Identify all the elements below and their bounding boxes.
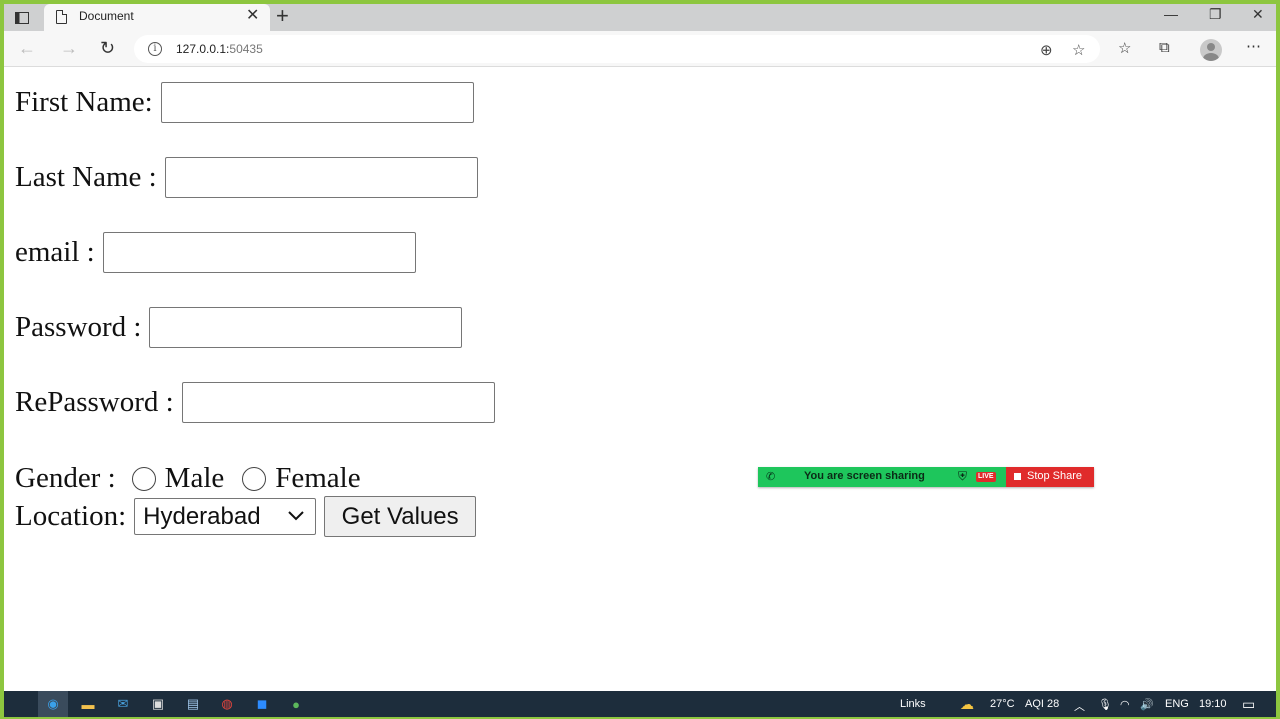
- stop-share-label: Stop Share: [1027, 470, 1083, 482]
- shield-icon: ⛨: [958, 469, 968, 483]
- minimize-icon[interactable]: —: [1164, 6, 1178, 22]
- back-icon[interactable]: ←: [18, 39, 36, 57]
- language-indicator[interactable]: ENG: [1165, 698, 1189, 710]
- live-badge: LIVE: [976, 472, 996, 482]
- location-selected-value: Hyderabad: [143, 502, 261, 530]
- taskbar: ◉ ▬ ✉ ▣ ▤ ◍ ◼ ● Links ☁ 27°C AQI 28 ︿ 🎙 …: [4, 691, 1276, 717]
- chevron-up-icon[interactable]: ︿: [1074, 698, 1085, 714]
- mail-icon[interactable]: ✉: [114, 695, 132, 713]
- notifications-icon[interactable]: ▭: [1242, 696, 1255, 713]
- male-label[interactable]: Male: [165, 462, 225, 495]
- wifi-icon[interactable]: ◠: [1120, 698, 1130, 711]
- new-tab-button[interactable]: +: [276, 5, 289, 27]
- male-radio[interactable]: [131, 466, 156, 491]
- links-toolbar[interactable]: Links: [900, 698, 926, 710]
- chrome-icon[interactable]: ◍: [218, 695, 236, 713]
- profile-avatar[interactable]: [1200, 39, 1222, 61]
- last-name-row: Last Name :: [15, 157, 478, 198]
- password-input[interactable]: [149, 307, 463, 348]
- chevron-down-icon: [287, 506, 305, 527]
- restore-icon[interactable]: ❐: [1209, 6, 1222, 23]
- tab-strip: Document ✕ + — ❐ ✕: [4, 4, 1276, 31]
- repassword-input[interactable]: [181, 382, 495, 423]
- microphone-icon[interactable]: 🎙: [1098, 698, 1112, 711]
- female-radio[interactable]: [242, 466, 267, 491]
- close-tab-icon[interactable]: ✕: [246, 7, 259, 25]
- first-name-input[interactable]: [160, 82, 474, 123]
- last-name-input[interactable]: [164, 157, 478, 198]
- more-menu-icon[interactable]: ⋯: [1246, 37, 1261, 55]
- start-button[interactable]: [8, 697, 22, 711]
- get-values-button[interactable]: Get Values: [324, 496, 477, 537]
- repassword-row: RePassword :: [15, 382, 495, 423]
- close-window-icon[interactable]: ✕: [1252, 6, 1264, 23]
- store-icon[interactable]: ▣: [149, 695, 167, 713]
- browser-window: Document ✕ + — ❐ ✕ ← → ↻ i 127.0.0.1:504…: [4, 4, 1276, 691]
- weather-icon[interactable]: ☁: [960, 696, 974, 713]
- file-explorer-icon[interactable]: ▬: [79, 695, 97, 713]
- stop-icon: [1014, 473, 1021, 480]
- repassword-label: RePassword :: [15, 386, 174, 418]
- browser-toolbar: ← → ↻ i 127.0.0.1:50435 ⊕ ☆ ☆ ⧉ ⋯: [4, 31, 1276, 67]
- tab-actions-icon: [15, 12, 29, 24]
- tab-document[interactable]: Document ✕: [44, 4, 270, 31]
- first-name-label: First Name:: [15, 86, 153, 118]
- password-row: Password :: [15, 307, 463, 348]
- location-label: Location:: [15, 500, 127, 532]
- clock[interactable]: 19:10: [1199, 698, 1227, 710]
- site-info-icon[interactable]: i: [148, 42, 162, 56]
- add-favorite-icon[interactable]: ☆: [1072, 41, 1085, 59]
- volume-icon[interactable]: 🔊: [1140, 698, 1154, 711]
- document-icon: [56, 10, 67, 24]
- notepad-icon[interactable]: ▤: [184, 695, 202, 713]
- aqi-value[interactable]: AQI 28: [1025, 698, 1059, 710]
- location-row: Location: Hyderabad Get Values: [15, 496, 477, 537]
- first-name-row: First Name:: [15, 82, 474, 123]
- share-status: ✆ You are screen sharing ⛨ LIVE: [758, 467, 1006, 487]
- address-bar[interactable]: i 127.0.0.1:50435 ⊕ ☆: [134, 35, 1100, 63]
- edge-icon[interactable]: ◉: [44, 695, 62, 713]
- email-row: email :: [15, 232, 416, 273]
- email-input[interactable]: [102, 232, 416, 273]
- zoom-icon[interactable]: ⊕: [1040, 41, 1053, 59]
- zoom-app-icon[interactable]: ◼: [253, 695, 271, 713]
- gender-label: Gender :: [15, 462, 116, 494]
- gender-row: Gender : Male Female: [15, 462, 361, 495]
- share-message: You are screen sharing: [804, 470, 925, 482]
- reload-icon[interactable]: ↻: [100, 39, 115, 57]
- tab-title: Document: [79, 9, 134, 23]
- temperature[interactable]: 27°C: [990, 698, 1015, 710]
- location-select[interactable]: Hyderabad: [134, 498, 317, 535]
- page-content: First Name: Last Name : email : Password…: [4, 68, 1276, 691]
- phone-icon: ✆: [766, 471, 776, 483]
- stop-share-button[interactable]: Stop Share: [1006, 467, 1094, 487]
- female-label[interactable]: Female: [275, 462, 360, 495]
- email-label: email :: [15, 236, 95, 268]
- screen-share-banner: ✆ You are screen sharing ⛨ LIVE Stop Sha…: [758, 467, 1094, 487]
- password-label: Password :: [15, 311, 142, 343]
- collections-icon[interactable]: ⧉: [1159, 39, 1170, 56]
- last-name-label: Last Name :: [15, 161, 157, 193]
- green-app-icon[interactable]: ●: [287, 695, 305, 713]
- forward-icon[interactable]: →: [60, 39, 78, 57]
- url-text: 127.0.0.1:50435: [176, 42, 263, 56]
- tab-actions-button[interactable]: [12, 8, 32, 28]
- favorites-icon[interactable]: ☆: [1118, 39, 1131, 57]
